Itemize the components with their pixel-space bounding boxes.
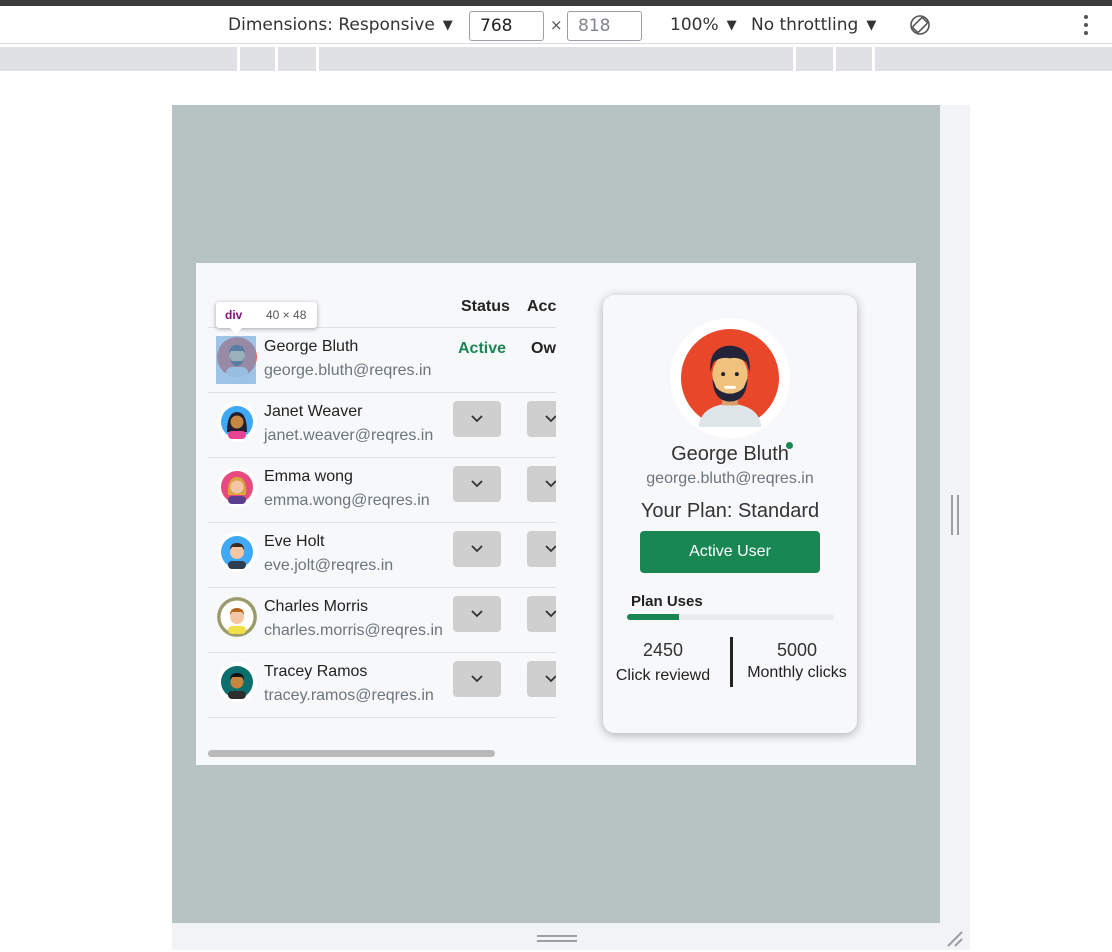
zoom-label: 100% [670,15,719,35]
chevron-down-icon [545,545,556,553]
status-badge: Active [458,340,507,357]
resize-handle-right[interactable] [951,495,959,535]
dimensions-label: Dimensions: Responsive [228,15,435,35]
access-dropdown[interactable] [527,531,556,567]
status-dropdown[interactable] [453,401,501,437]
more-options-icon[interactable] [1080,6,1092,44]
dimensions-dropdown[interactable]: Dimensions: Responsive ▼ [228,6,453,44]
online-status-dot [786,442,793,449]
emma-avatar [217,467,257,507]
resize-handle-bottom[interactable] [537,935,577,942]
users-table: Status Access George Bluth george.bluth@… [208,290,556,718]
chevron-down-icon [545,415,556,423]
user-email: janet.weaver@reqres.in [264,427,434,444]
user-email: tracey.ramos@reqres.in [264,687,434,704]
monthly-clicks-value: 5000 [776,640,818,660]
user-name: Emma wong [264,468,353,485]
media-query-divider [833,47,836,71]
media-query-divider [275,47,278,71]
monthly-clicks-label: Monthly clicks [747,664,847,681]
tracey-avatar [217,662,257,702]
dropdown-arrow-icon: ▼ [866,17,877,33]
access-dropdown[interactable] [527,596,556,632]
chevron-down-icon [545,675,556,683]
table-row[interactable]: Janet Weaver janet.weaver@reqres.in [208,392,556,457]
height-input[interactable]: 818 [567,11,642,41]
user-name: George Bluth [264,338,359,355]
table-row[interactable]: George Bluth george.bluth@reqres.in Acti… [208,327,556,392]
profile-plan: Your Plan: Standard [640,500,820,522]
user-email: emma.wong@reqres.in [264,492,430,509]
profile-avatar [670,318,790,438]
profile-name: George Bluth [671,443,789,465]
width-input[interactable]: 768 [469,11,544,41]
user-email: charles.morris@reqres.in [264,622,443,639]
access-role: Owner [531,340,556,357]
device-toolbar: Dimensions: Responsive ▼ 768 × 818 100% … [0,6,1112,44]
table-row[interactable]: Eve Holt eve.jolt@reqres.in [208,522,556,587]
times-sign: × [550,16,563,34]
user-name: Janet Weaver [264,403,363,420]
table-row[interactable]: Emma wong emma.wong@reqres.in [208,457,556,522]
chevron-down-icon [471,545,483,553]
table-row[interactable]: Charles Morris charles.morris@reqres.in [208,587,556,652]
media-query-bar[interactable] [0,47,1112,71]
plan-uses-label: Plan Uses [631,593,703,610]
table-row[interactable]: Tracey Ramos tracey.ramos@reqres.in [208,652,556,717]
chevron-down-icon [471,675,483,683]
throttling-label: No throttling [751,15,859,35]
tooltip-size: 40 × 48 [266,308,307,322]
media-query-divider [872,47,875,71]
eve-avatar [217,532,257,572]
resize-corner-icon[interactable] [946,930,964,948]
column-header-access: Access [527,298,556,315]
plan-uses-progress [627,614,834,620]
media-query-divider [237,47,240,71]
table-scrollbar[interactable] [208,750,495,757]
plan-uses-progress-fill [627,614,679,620]
user-email: george.bluth@reqres.in [264,362,432,379]
profile-card: George Bluth george.bluth@reqres.in Your… [603,295,857,733]
chevron-down-icon [471,415,483,423]
status-dropdown[interactable] [453,661,501,697]
janet-avatar [217,402,257,442]
inspector-tooltip: div 40 × 48 [216,302,317,334]
media-query-divider [793,47,796,71]
stats-divider [730,637,733,687]
status-dropdown[interactable] [453,466,501,502]
user-name: Charles Morris [264,598,369,615]
media-query-divider [316,47,319,71]
chevron-down-icon [471,480,483,488]
clicks-reviewed-value: 2450 [642,640,684,660]
zoom-dropdown[interactable]: 100% ▼ [670,6,737,44]
throttling-dropdown[interactable]: No throttling ▼ [751,6,876,44]
chevron-down-icon [545,480,556,488]
access-dropdown[interactable] [527,661,556,697]
inspector-highlight [216,336,256,384]
column-header-status: Status [461,298,510,315]
table-bottom-border [208,717,556,718]
status-dropdown[interactable] [453,596,501,632]
user-name: Tracey Ramos [264,663,368,680]
charles-avatar [217,597,257,637]
status-dropdown[interactable] [453,531,501,567]
profile-email: george.bluth@reqres.in [646,470,814,487]
access-dropdown[interactable] [527,401,556,437]
chevron-down-icon [471,610,483,618]
dropdown-arrow-icon: ▼ [726,17,737,33]
active-user-button[interactable]: Active User [640,531,820,573]
rotate-icon[interactable] [908,6,932,44]
chevron-down-icon [545,610,556,618]
clicks-reviewed-label: Click reviewd [615,667,711,684]
dropdown-arrow-icon: ▼ [442,17,453,33]
access-dropdown[interactable] [527,466,556,502]
tooltip-tag: div [225,308,243,322]
user-name: Eve Holt [264,533,325,550]
user-email: eve.jolt@reqres.in [264,557,394,574]
